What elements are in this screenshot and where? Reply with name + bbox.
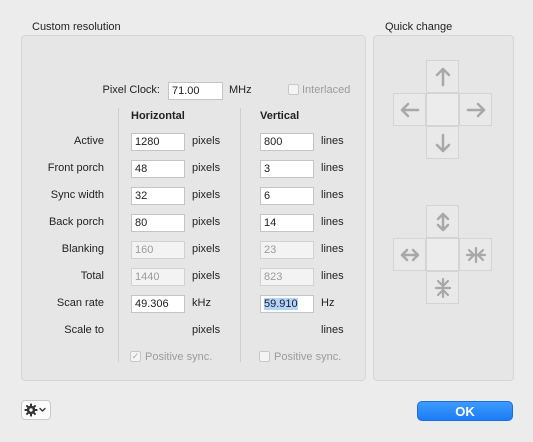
- front-porch-horizontal-field[interactable]: 48: [131, 160, 185, 178]
- stretch-vertical-button[interactable]: [426, 205, 459, 238]
- custom-resolution-title: Custom resolution: [32, 21, 121, 33]
- arrow-right-icon: [466, 102, 485, 117]
- scan-rate-vertical-unit: Hz: [321, 297, 335, 309]
- active-horizontal-field[interactable]: 1280: [131, 133, 185, 151]
- pixel-clock-field[interactable]: 71.00: [168, 82, 223, 100]
- shrink-vertical-button[interactable]: [426, 271, 459, 304]
- back-porch-label: Back porch: [48, 216, 104, 228]
- sync-width-label: Sync width: [50, 189, 104, 201]
- ok-button[interactable]: OK: [417, 401, 513, 421]
- move-right-button[interactable]: [459, 93, 492, 126]
- total-vertical-field: 823: [260, 268, 314, 286]
- active-label: Active: [74, 135, 104, 147]
- active-horizontal-unit: pixels: [192, 135, 221, 147]
- scan-rate-label: Scan rate: [56, 297, 104, 309]
- total-horizontal-field: 1440: [131, 268, 185, 286]
- horizontal-header: Horizontal: [131, 110, 185, 122]
- arrow-up-icon: [435, 67, 450, 86]
- sync-width-horizontal-unit: pixels: [192, 189, 221, 201]
- active-vertical-unit: lines: [321, 135, 344, 147]
- column-separator-left: [118, 108, 119, 362]
- stretch-horizontal-button[interactable]: [393, 238, 426, 271]
- blanking-vertical-field: 23: [260, 241, 314, 259]
- scale-pad-center: [426, 238, 459, 271]
- gear-icon: [24, 403, 46, 417]
- custom-resolution-dialog: Custom resolution Pixel Clock: 71.00 MHz…: [0, 0, 533, 436]
- move-down-button[interactable]: [426, 126, 459, 159]
- total-label: Total: [80, 270, 104, 282]
- scale-to-label: Scale to: [64, 324, 104, 336]
- move-left-button[interactable]: [393, 93, 426, 126]
- scale-to-vertical-unit: lines: [321, 324, 344, 336]
- back-porch-horizontal-field[interactable]: 80: [131, 214, 185, 232]
- total-vertical-unit: lines: [321, 270, 344, 282]
- column-separator-right: [240, 108, 241, 362]
- arrow-left-icon: [400, 102, 419, 117]
- active-vertical-field[interactable]: 800: [260, 133, 314, 151]
- positive-sync-horizontal-checkbox[interactable]: ✓: [130, 351, 141, 362]
- back-porch-horizontal-unit: pixels: [192, 216, 221, 228]
- shrink-vertical-icon: [434, 277, 451, 298]
- back-porch-vertical-field[interactable]: 14: [260, 214, 314, 232]
- scan-rate-horizontal-unit: kHz: [192, 297, 211, 309]
- quick-change-title: Quick change: [385, 21, 453, 33]
- blanking-vertical-unit: lines: [321, 243, 344, 255]
- sync-width-vertical-field[interactable]: 6: [260, 187, 314, 205]
- scale-to-horizontal-unit: pixels: [192, 324, 221, 336]
- front-porch-label: Front porch: [47, 162, 104, 174]
- scan-rate-vertical-selection: 59.910: [264, 298, 298, 310]
- scan-rate-vertical-field[interactable]: 59.910: [260, 295, 314, 313]
- chevron-down-icon: [39, 407, 46, 412]
- sync-width-horizontal-field[interactable]: 32: [131, 187, 185, 205]
- arrow-down-icon: [435, 133, 450, 152]
- interlaced-label: Interlaced: [302, 84, 351, 96]
- scan-rate-horizontal-field[interactable]: 49.306: [131, 295, 185, 313]
- pixel-clock-label: Pixel Clock:: [102, 84, 160, 96]
- front-porch-vertical-unit: lines: [321, 162, 344, 174]
- total-horizontal-unit: pixels: [192, 270, 221, 282]
- positive-sync-vertical-label: Positive sync.: [274, 351, 342, 363]
- shrink-horizontal-button[interactable]: [459, 238, 492, 271]
- expand-vertical-icon: [436, 212, 449, 231]
- sync-width-vertical-unit: lines: [321, 189, 344, 201]
- blanking-horizontal-field: 160: [131, 241, 185, 259]
- positive-sync-vertical-checkbox[interactable]: [259, 351, 270, 362]
- front-porch-horizontal-unit: pixels: [192, 162, 221, 174]
- blanking-label: Blanking: [61, 243, 104, 255]
- positive-sync-horizontal-label: Positive sync.: [145, 351, 213, 363]
- pixel-clock-unit: MHz: [229, 84, 252, 96]
- arrow-pad-center: [426, 93, 459, 126]
- front-porch-vertical-field[interactable]: 3: [260, 160, 314, 178]
- shrink-horizontal-icon: [465, 246, 486, 263]
- gear-menu-button[interactable]: [21, 400, 51, 420]
- blanking-horizontal-unit: pixels: [192, 243, 221, 255]
- back-porch-vertical-unit: lines: [321, 216, 344, 228]
- move-up-button[interactable]: [426, 60, 459, 93]
- interlaced-checkbox[interactable]: [288, 84, 299, 95]
- vertical-header: Vertical: [260, 110, 300, 122]
- expand-horizontal-icon: [400, 248, 419, 261]
